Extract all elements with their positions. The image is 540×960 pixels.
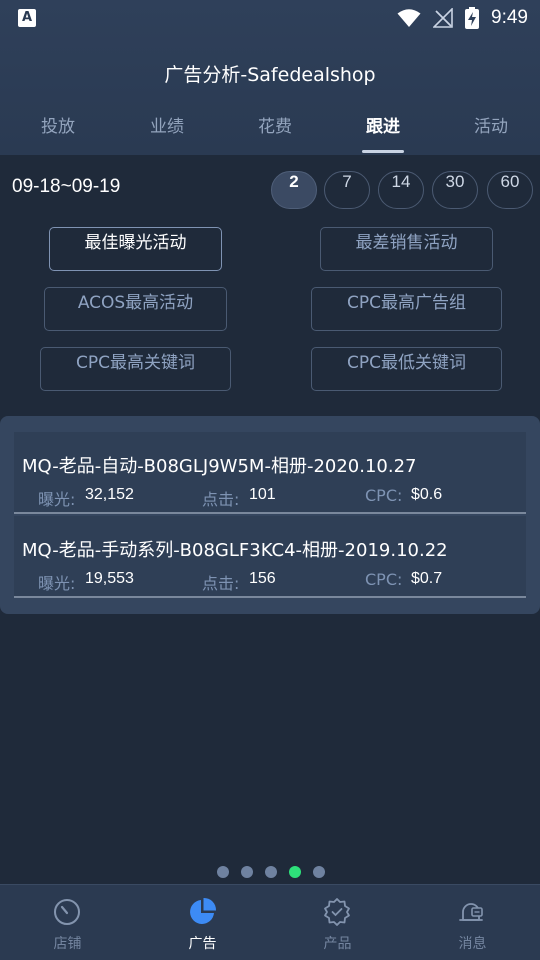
tab-bar: 投放 业绩 花费 跟进 活动 [0, 112, 540, 152]
tab-performance[interactable]: 业绩 [127, 112, 207, 137]
list-item[interactable]: MQ-老品-自动-B08GLJ9W5M-相册-2020.10.27 曝光: 32… [14, 432, 526, 514]
nav-item-products[interactable]: 产品 [270, 885, 405, 960]
cpc-highest-group-button[interactable]: CPC最高广告组 [311, 287, 502, 331]
impressions-label: 曝光: [38, 574, 76, 593]
clicks-label: 点击: [202, 490, 240, 509]
results-panel: MQ-老品-自动-B08GLJ9W5M-相册-2020.10.27 曝光: 32… [0, 416, 540, 614]
impressions-value: 19,553 [85, 570, 134, 587]
app-notification-icon: A [18, 9, 36, 27]
status-time: 9:49 [491, 7, 528, 28]
day-chip-30[interactable]: 30 [432, 171, 478, 209]
best-exposure-button[interactable]: 最佳曝光活动 [49, 227, 222, 271]
acos-highest-button[interactable]: ACOS最高活动 [44, 287, 227, 331]
nav-item-messages[interactable]: 消息 [405, 885, 540, 960]
status-bar: A 9:49 [0, 0, 540, 36]
cpc-lowest-keyword-button[interactable]: CPC最低关键词 [311, 347, 502, 391]
page-dot[interactable] [265, 866, 277, 878]
impressions-value: 32,152 [85, 486, 134, 503]
list-item[interactable]: MQ-老品-手动系列-B08GLF3KC4-相册-2019.10.22 曝光: … [14, 516, 526, 598]
date-range-label: 09-18~09-19 [12, 176, 121, 197]
tab-spend[interactable]: 花费 [235, 112, 315, 137]
page-dot[interactable] [241, 866, 253, 878]
day-chip-2[interactable]: 2 [271, 171, 317, 209]
page-dot[interactable] [313, 866, 325, 878]
campaign-title: MQ-老品-手动系列-B08GLF3KC4-相册-2019.10.22 [22, 540, 448, 561]
impressions-label: 曝光: [38, 490, 76, 509]
tab-follow-up[interactable]: 跟进 [343, 112, 423, 137]
status-right: 9:49 [397, 6, 528, 30]
app-header: A 9:49 广告分析-Safedealshop 投放 业绩 花费 跟进 活动 [0, 0, 540, 155]
campaign-title: MQ-老品-自动-B08GLJ9W5M-相册-2020.10.27 [22, 456, 417, 477]
nav-label-messages: 消息 [458, 936, 487, 952]
cpc-value: $0.6 [411, 486, 443, 503]
cpc-highest-keyword-button[interactable]: CPC最高关键词 [40, 347, 231, 391]
nav-item-ads[interactable]: 广告 [135, 885, 270, 960]
battery-charging-icon [465, 7, 480, 29]
clicks-value: 156 [249, 570, 276, 587]
worst-sales-button[interactable]: 最差销售活动 [320, 227, 493, 271]
clicks-value: 101 [249, 486, 276, 503]
nav-item-store[interactable]: 店铺 [0, 885, 135, 960]
day-chip-60[interactable]: 60 [487, 171, 533, 209]
wifi-icon [397, 9, 421, 27]
bell-icon [459, 903, 483, 921]
day-chip-14[interactable]: 14 [378, 171, 424, 209]
cpc-value: $0.7 [411, 570, 443, 587]
nav-label-ads: 广告 [188, 936, 217, 952]
day-chip-7[interactable]: 7 [324, 171, 370, 209]
app-notification-letter: A [21, 10, 33, 25]
tab-campaigns[interactable]: 活动 [451, 112, 531, 137]
no-signal-icon [433, 8, 453, 28]
cpc-label: CPC: [365, 570, 403, 589]
clicks-label: 点击: [202, 574, 240, 593]
bottom-nav: 店铺 广告 产品 消息 [0, 884, 540, 960]
tab-active-indicator [362, 150, 404, 153]
page-dot[interactable] [217, 866, 229, 878]
page-indicator [0, 866, 540, 878]
nav-label-products: 产品 [323, 936, 352, 952]
tab-placement[interactable]: 投放 [18, 112, 98, 137]
page-title: 广告分析-Safedealshop [164, 64, 376, 86]
page-dot-active[interactable] [289, 866, 301, 878]
cpc-label: CPC: [365, 486, 403, 505]
pie-chart-icon [190, 897, 217, 924]
gauge-icon [54, 899, 80, 925]
gear-badge-icon [324, 898, 350, 926]
nav-label-store: 店铺 [53, 936, 82, 952]
